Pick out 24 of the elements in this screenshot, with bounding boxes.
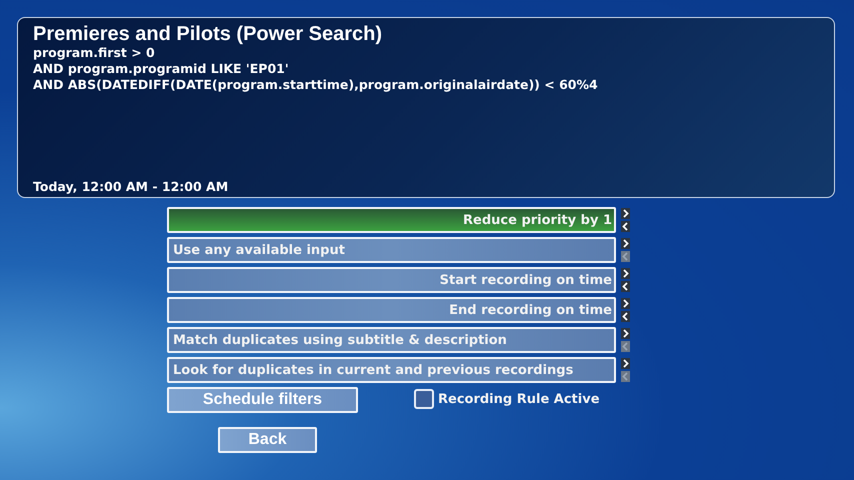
right-arrow-icon[interactable] [621,358,630,369]
right-arrow-icon[interactable] [621,238,630,249]
query-line: AND ABS(DATEDIFF(DATE(program.starttime),program.originalairdate)) < 60%4 [33,77,599,93]
checkbox-label: Recording Rule Active [438,392,600,406]
option-selector[interactable]: Look for duplicates in current and previous recordings [167,357,616,383]
time-range: Today, 12:00 AM - 12:00 AM [33,179,230,195]
option-selector[interactable]: Start recording on time [167,267,616,293]
right-arrow-icon[interactable] [621,208,630,219]
right-arrow-icon[interactable] [621,298,630,309]
schedule-filters-button[interactable]: Schedule filters [167,387,358,413]
query-line: AND program.programid LIKE 'EP01' [33,61,290,77]
left-arrow-icon[interactable] [621,311,630,322]
left-arrow-icon[interactable] [621,281,630,292]
option-selector[interactable]: End recording on time [167,297,616,323]
rule-title: Premieres and Pilots (Power Search) [33,23,384,45]
option-selector[interactable]: Use any available input [167,237,616,263]
right-arrow-icon[interactable] [621,328,630,339]
checkbox[interactable] [414,389,434,409]
query-line: program.first > 0 [33,45,156,61]
back-button[interactable]: Back [218,427,317,453]
right-arrow-icon[interactable] [621,268,630,279]
left-arrow-icon[interactable] [621,221,630,232]
option-selector[interactable]: Reduce priority by 1 [167,207,616,233]
option-selector[interactable]: Match duplicates using subtitle & description [167,327,616,353]
